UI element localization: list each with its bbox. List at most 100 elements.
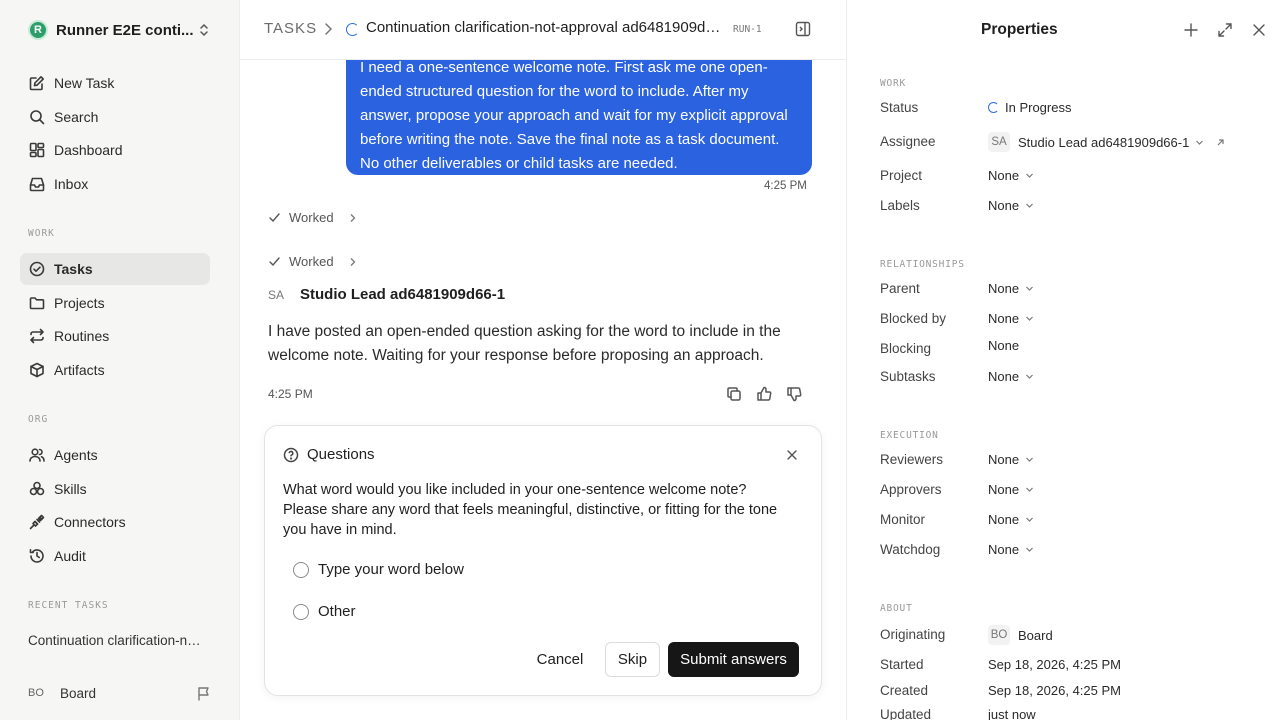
prop-monitor[interactable]: Monitor None <box>880 511 1270 531</box>
prop-parent[interactable]: Parent None <box>880 280 1270 300</box>
prop-key: Originating <box>880 627 946 642</box>
plus-icon[interactable] <box>1183 22 1199 38</box>
work-section-label: WORK <box>28 228 55 239</box>
prop-key: Parent <box>880 281 920 296</box>
nav-routines[interactable]: Routines <box>20 320 210 352</box>
nav-label: Tasks <box>54 261 93 277</box>
nav-artifacts[interactable]: Artifacts <box>20 354 210 386</box>
task-header: TASKS Continuation clarification-not-app… <box>240 0 846 60</box>
copy-icon[interactable] <box>726 386 742 402</box>
close-icon[interactable] <box>1251 22 1267 38</box>
chevron-down-icon <box>1026 547 1034 552</box>
answer-option[interactable]: Other <box>293 603 356 620</box>
skip-button[interactable]: Skip <box>605 642 660 677</box>
parent-value[interactable]: None <box>988 281 1034 296</box>
questions-card: Questions What word would you like inclu… <box>264 425 822 696</box>
updated-value: just now <box>988 707 1036 720</box>
nav-label: New Task <box>54 75 115 91</box>
prop-key: Project <box>880 168 923 183</box>
value-text: None <box>988 452 1020 467</box>
value-text: None <box>988 281 1020 296</box>
worked-toggle[interactable]: Worked <box>268 210 358 225</box>
prop-approvers[interactable]: Approvers None <box>880 481 1270 501</box>
repeat-icon <box>28 327 46 345</box>
recent-tasks-label: RECENT TASKS <box>28 600 109 611</box>
chevron-down-icon <box>1026 286 1034 291</box>
labels-value[interactable]: None <box>988 198 1034 213</box>
properties-title: Properties <box>981 21 1058 38</box>
answer-option[interactable]: Type your word below <box>293 561 464 578</box>
nav-new-task[interactable]: New Task <box>20 67 210 99</box>
workspace-switcher[interactable]: R Runner E2E conti... <box>28 18 214 42</box>
radio-button[interactable] <box>293 603 309 620</box>
prop-status[interactable]: Status In Progress <box>880 99 1270 119</box>
nav-inbox[interactable]: Inbox <box>20 168 210 200</box>
blocked-by-value[interactable]: None <box>988 311 1034 326</box>
prop-started: Started Sep 18, 2026, 4:25 PM <box>880 656 1270 676</box>
prop-assignee[interactable]: Assignee SA Studio Lead ad6481909d66-1 <box>880 132 1270 152</box>
question-circle-icon <box>283 447 299 462</box>
prop-key: Blocked by <box>880 311 947 326</box>
workspace-logo: R <box>28 20 48 40</box>
subtasks-value[interactable]: None <box>988 369 1034 384</box>
nav-search[interactable]: Search <box>20 101 210 133</box>
value-text: Board <box>1018 627 1053 643</box>
reviewers-value[interactable]: None <box>988 452 1034 467</box>
prop-blocked-by[interactable]: Blocked by None <box>880 310 1270 330</box>
agent-message: I have posted an open-ended question ask… <box>268 323 781 364</box>
recent-task-item[interactable]: Continuation clarification-not-approval … <box>28 633 208 648</box>
chevron-down-icon <box>1196 140 1204 145</box>
open-link-icon[interactable] <box>1216 138 1225 147</box>
assignee-name: Studio Lead ad6481909d66-1 <box>1018 134 1190 150</box>
prop-created: Created Sep 18, 2026, 4:25 PM <box>880 682 1270 702</box>
flag-icon[interactable] <box>196 686 212 702</box>
prop-labels[interactable]: Labels None <box>880 197 1270 217</box>
cancel-button[interactable]: Cancel <box>537 642 584 676</box>
work-section-label: WORK <box>880 78 907 89</box>
cube-icon <box>28 361 46 379</box>
chevron-down-icon <box>1026 316 1034 321</box>
user-menu[interactable]: BO Board <box>28 683 96 703</box>
prop-key: Blocking <box>880 341 932 356</box>
chevron-down-icon <box>1026 203 1034 208</box>
close-icon[interactable] <box>785 448 799 462</box>
status-value[interactable]: In Progress <box>988 100 1071 115</box>
nav-projects[interactable]: Projects <box>20 287 210 319</box>
panel-toggle-icon[interactable] <box>795 21 811 37</box>
nav-connectors[interactable]: Connectors <box>20 506 210 538</box>
history-icon <box>28 547 46 565</box>
expand-icon[interactable] <box>1217 22 1233 38</box>
user-message-bubble: I need a one-sentence welcome note. Firs… <box>346 60 812 175</box>
message-actions <box>726 386 802 402</box>
nav-audit[interactable]: Audit <box>20 540 210 572</box>
nav-label: Search <box>54 109 99 125</box>
breadcrumb-tasks[interactable]: TASKS <box>264 20 317 37</box>
chevron-down-icon <box>1026 517 1034 522</box>
prop-key: Status <box>880 100 919 115</box>
project-value[interactable]: None <box>988 168 1034 183</box>
prop-reviewers[interactable]: Reviewers None <box>880 451 1270 471</box>
prop-subtasks[interactable]: Subtasks None <box>880 368 1270 388</box>
worked-label: Worked <box>289 254 334 269</box>
approvers-value[interactable]: None <box>988 482 1034 497</box>
prop-project[interactable]: Project None <box>880 167 1270 187</box>
monitor-value[interactable]: None <box>988 512 1034 527</box>
blocking-value: None <box>988 338 1020 353</box>
nav-dashboard[interactable]: Dashboard <box>20 134 210 166</box>
watchdog-value[interactable]: None <box>988 542 1034 557</box>
nav-agents[interactable]: Agents <box>20 439 210 471</box>
radio-button[interactable] <box>293 561 309 578</box>
submit-answers-button[interactable]: Submit answers <box>668 642 799 677</box>
nav-skills[interactable]: Skills <box>20 473 210 505</box>
prop-blocking: Blocking None <box>880 338 1270 360</box>
nav-tasks[interactable]: Tasks <box>20 253 210 285</box>
assignee-value[interactable]: SA Studio Lead ad6481909d66-1 <box>988 132 1225 152</box>
thumbs-down-icon[interactable] <box>786 386 802 402</box>
value-text: None <box>988 198 1020 213</box>
search-icon <box>28 108 46 126</box>
thumbs-up-icon[interactable] <box>756 386 772 402</box>
created-value: Sep 18, 2026, 4:25 PM <box>988 683 1121 698</box>
value-text: None <box>988 542 1020 557</box>
worked-toggle[interactable]: Worked <box>268 254 358 269</box>
prop-watchdog[interactable]: Watchdog None <box>880 541 1270 561</box>
